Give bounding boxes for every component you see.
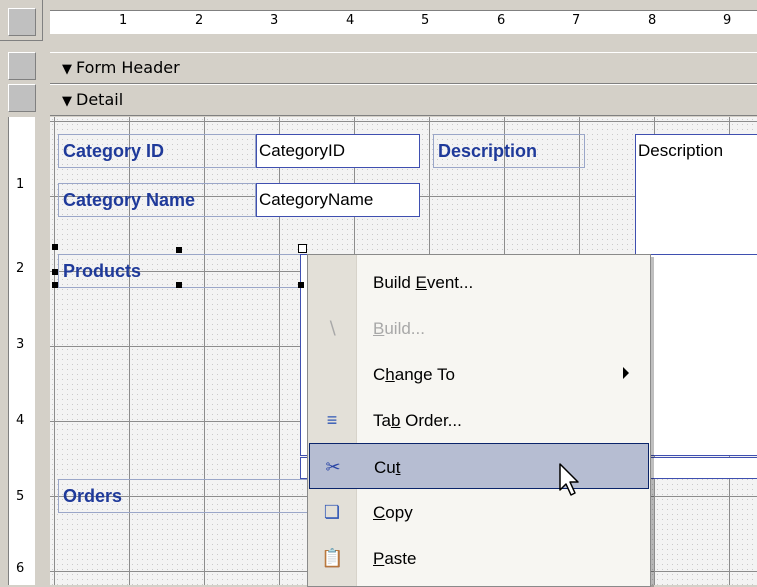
ruler-tick: 4 — [346, 13, 355, 28]
selection-handle[interactable] — [176, 247, 182, 253]
section-arrow-icon: ▼ — [62, 62, 72, 77]
ruler-tick: 5 — [421, 13, 430, 28]
category-id-label[interactable]: Category ID — [58, 134, 256, 168]
vertical-ruler[interactable]: 1 2 3 4 5 6 — [0, 117, 42, 585]
detail-selector[interactable] — [8, 84, 36, 112]
submenu-arrow-icon — [623, 367, 629, 379]
menu-item-paste[interactable]: 📋 Paste — [309, 535, 649, 581]
ruler-tick: 6 — [497, 13, 506, 28]
menu-item-cut[interactable]: ✂ Cut — [309, 443, 649, 489]
ruler-tick: 2 — [195, 13, 204, 28]
mouse-cursor-icon — [559, 463, 579, 496]
selection-handle[interactable] — [52, 244, 58, 250]
menu-item-label: Build Event... — [373, 273, 474, 292]
category-name-label[interactable]: Category Name — [58, 183, 256, 217]
ruler-tick: 3 — [16, 337, 25, 352]
menu-item-label: Paste — [373, 549, 417, 568]
form-header-label: Form Header — [76, 58, 180, 77]
menu-item-build-event[interactable]: Build Event... — [309, 259, 649, 305]
menu-item-label: Tab Order... — [373, 411, 462, 430]
section-arrow-icon: ▼ — [62, 94, 72, 109]
menu-item-copy[interactable]: ❏ Copy — [309, 489, 649, 535]
selection-handle[interactable] — [52, 269, 58, 275]
ruler-tick: 1 — [16, 177, 25, 192]
context-menu: Build Event... ∖ Build... Change To ≡ Ta… — [307, 254, 651, 587]
copy-icon: ❏ — [323, 502, 341, 522]
selection-handle[interactable] — [52, 282, 58, 288]
menu-item-change-to[interactable]: Change To — [309, 351, 649, 397]
ruler-tick: 3 — [270, 13, 279, 28]
description-field[interactable]: Description — [635, 134, 757, 256]
category-id-field[interactable]: CategoryID — [256, 134, 420, 168]
scissors-icon: ✂ — [325, 457, 341, 477]
ruler-tick: 8 — [648, 13, 657, 28]
form-header-selector[interactable] — [8, 52, 36, 80]
ruler-tick: 4 — [16, 413, 25, 428]
orders-label[interactable]: Orders — [58, 479, 308, 513]
ruler-tick: 7 — [572, 13, 581, 28]
ruler-tick: 9 — [723, 13, 732, 28]
ruler-corner[interactable] — [0, 0, 43, 41]
build-wand-icon: ∖ — [326, 318, 338, 338]
menu-item-build[interactable]: ∖ Build... — [309, 305, 649, 351]
detail-label: Detail — [76, 90, 124, 109]
selection-handle[interactable] — [176, 282, 182, 288]
paste-icon: 📋 — [321, 548, 344, 568]
products-label[interactable]: Products — [58, 254, 308, 288]
menu-item-label: Cut — [374, 458, 401, 477]
menu-item-label: Copy — [373, 503, 413, 522]
selection-handle[interactable] — [298, 282, 304, 288]
form-selector[interactable] — [8, 8, 36, 36]
menu-item-label: Change To — [373, 365, 455, 384]
category-name-field[interactable]: CategoryName — [256, 183, 420, 217]
ruler-tick: 5 — [16, 489, 25, 504]
detail-bar[interactable]: ▼ Detail — [50, 84, 757, 116]
form-header-bar[interactable]: ▼ Form Header — [50, 52, 757, 84]
ruler-tick: 1 — [119, 13, 128, 28]
description-label[interactable]: Description — [433, 134, 585, 168]
horizontal-ruler[interactable]: 1 2 3 4 5 6 7 8 9 — [50, 0, 757, 40]
tab-order-icon: ≡ — [326, 410, 338, 430]
ruler-tick: 6 — [16, 561, 25, 576]
menu-item-label: Build... — [373, 319, 425, 338]
ruler-tick: 2 — [16, 261, 25, 276]
selection-handle[interactable] — [298, 244, 307, 253]
menu-item-tab-order[interactable]: ≡ Tab Order... — [309, 397, 649, 443]
